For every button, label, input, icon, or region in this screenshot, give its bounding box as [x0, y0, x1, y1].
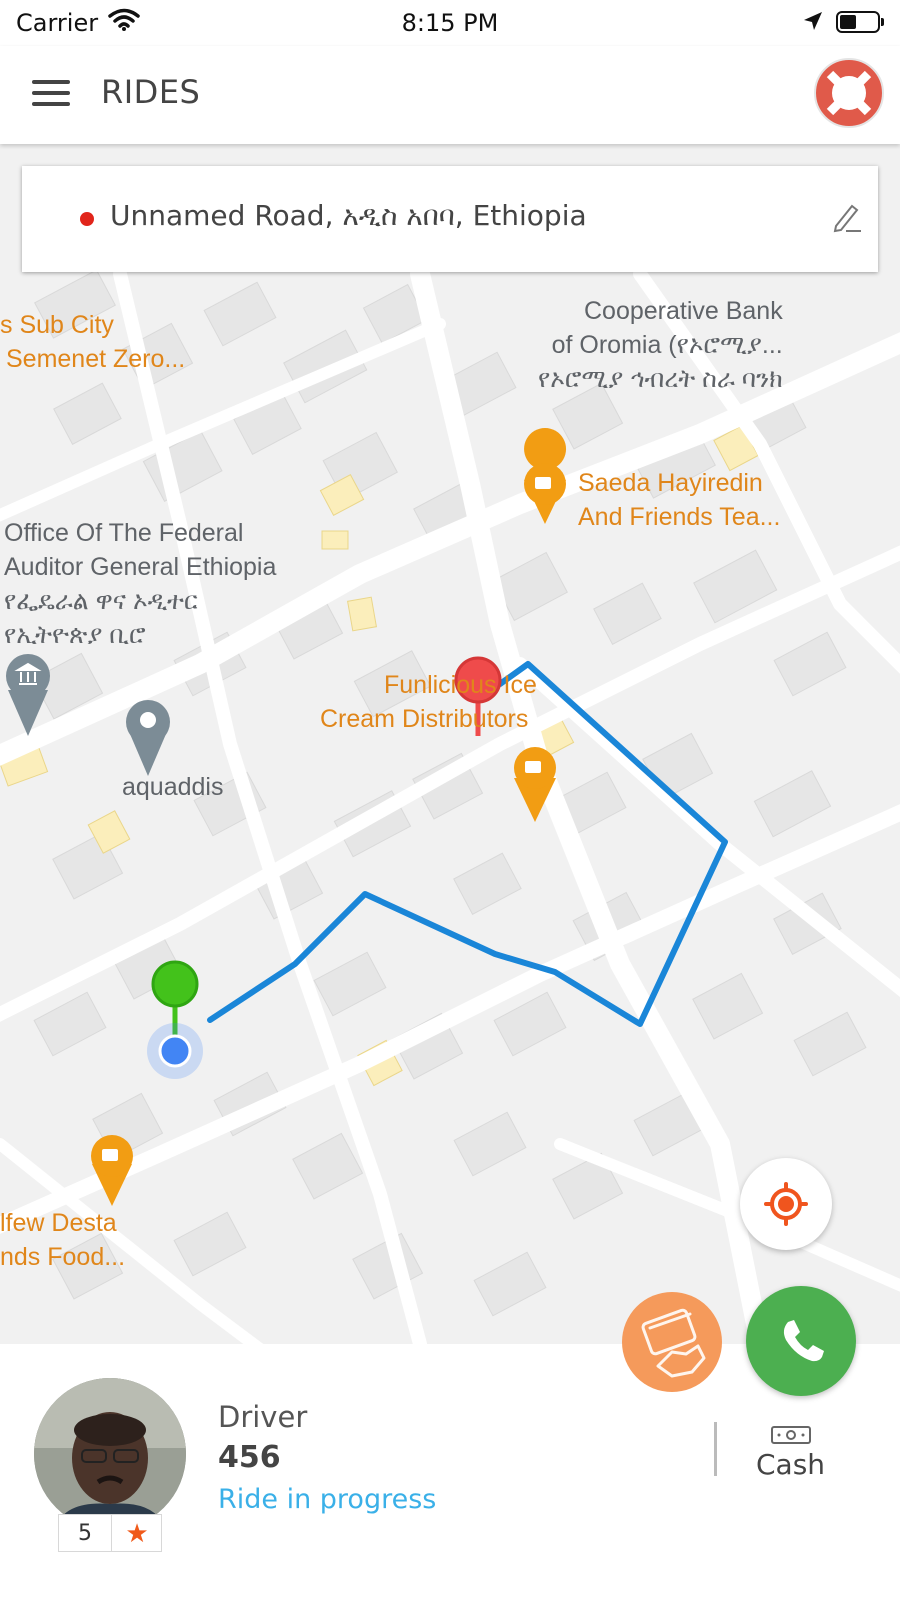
cash-icon — [770, 1424, 812, 1446]
location-arrow-icon — [802, 10, 824, 38]
pickup-dot-icon — [80, 212, 94, 226]
star-icon: ★ — [125, 1518, 149, 1548]
my-location-button[interactable] — [740, 1158, 832, 1250]
driver-avatar — [34, 1378, 186, 1530]
phone-icon — [783, 1320, 824, 1362]
map-label-sub-city: s Sub City Semenet Zero... — [0, 311, 186, 373]
rating-value: 5 — [78, 1521, 92, 1546]
driver-rating: 5 ★ — [58, 1514, 162, 1552]
pencil-icon[interactable] — [830, 200, 864, 234]
lifebuoy-icon[interactable] — [812, 56, 886, 130]
map-label-aquaddis: aquaddis — [122, 773, 224, 801]
battery-icon — [836, 11, 884, 33]
divider — [714, 1422, 717, 1476]
call-driver-button[interactable] — [746, 1286, 856, 1396]
map-label-funlicious: Funlicious Ice Cream Distributors — [320, 671, 537, 733]
page-title: RIDES — [101, 73, 201, 111]
map-label-auditor: Office Of The Federal Auditor General Eth… — [4, 519, 277, 649]
driver-name: 456 — [218, 1440, 281, 1475]
poi-museum-icon — [6, 654, 50, 736]
status-time: 8:15 PM — [401, 9, 499, 37]
driver-label: Driver — [218, 1400, 308, 1434]
status-bar: Carrier 8:15 PM — [0, 0, 900, 46]
map-label-cooperative-bank: Cooperative Bank of Oromia (የኦሮሚያ... የኦሮሚያ… — [538, 297, 783, 393]
my-location-icon — [764, 1182, 808, 1226]
poi-place-icon — [126, 700, 170, 776]
payment-button[interactable] — [622, 1292, 722, 1392]
map-label-saeda: Saeda Hayiredin And Friends Tea... — [578, 469, 781, 531]
payment-method-label: Cash — [756, 1448, 826, 1481]
pickup-address: Unnamed Road, አዲስ አበባ, Ethiopia — [110, 199, 587, 232]
hamburger-menu-icon[interactable] — [32, 80, 70, 108]
ride-status: Ride in progress — [218, 1484, 437, 1515]
current-location-icon — [147, 1023, 203, 1079]
card-payment-icon — [641, 1308, 706, 1378]
app-header: RIDES — [0, 46, 900, 144]
pickup-address-card[interactable]: Unnamed Road, አዲስ አበባ, Ethiopia — [22, 166, 878, 272]
map-label-alfew: lfew Desta nds Food... — [0, 1209, 126, 1271]
poi-cafe-icon — [91, 1135, 133, 1206]
